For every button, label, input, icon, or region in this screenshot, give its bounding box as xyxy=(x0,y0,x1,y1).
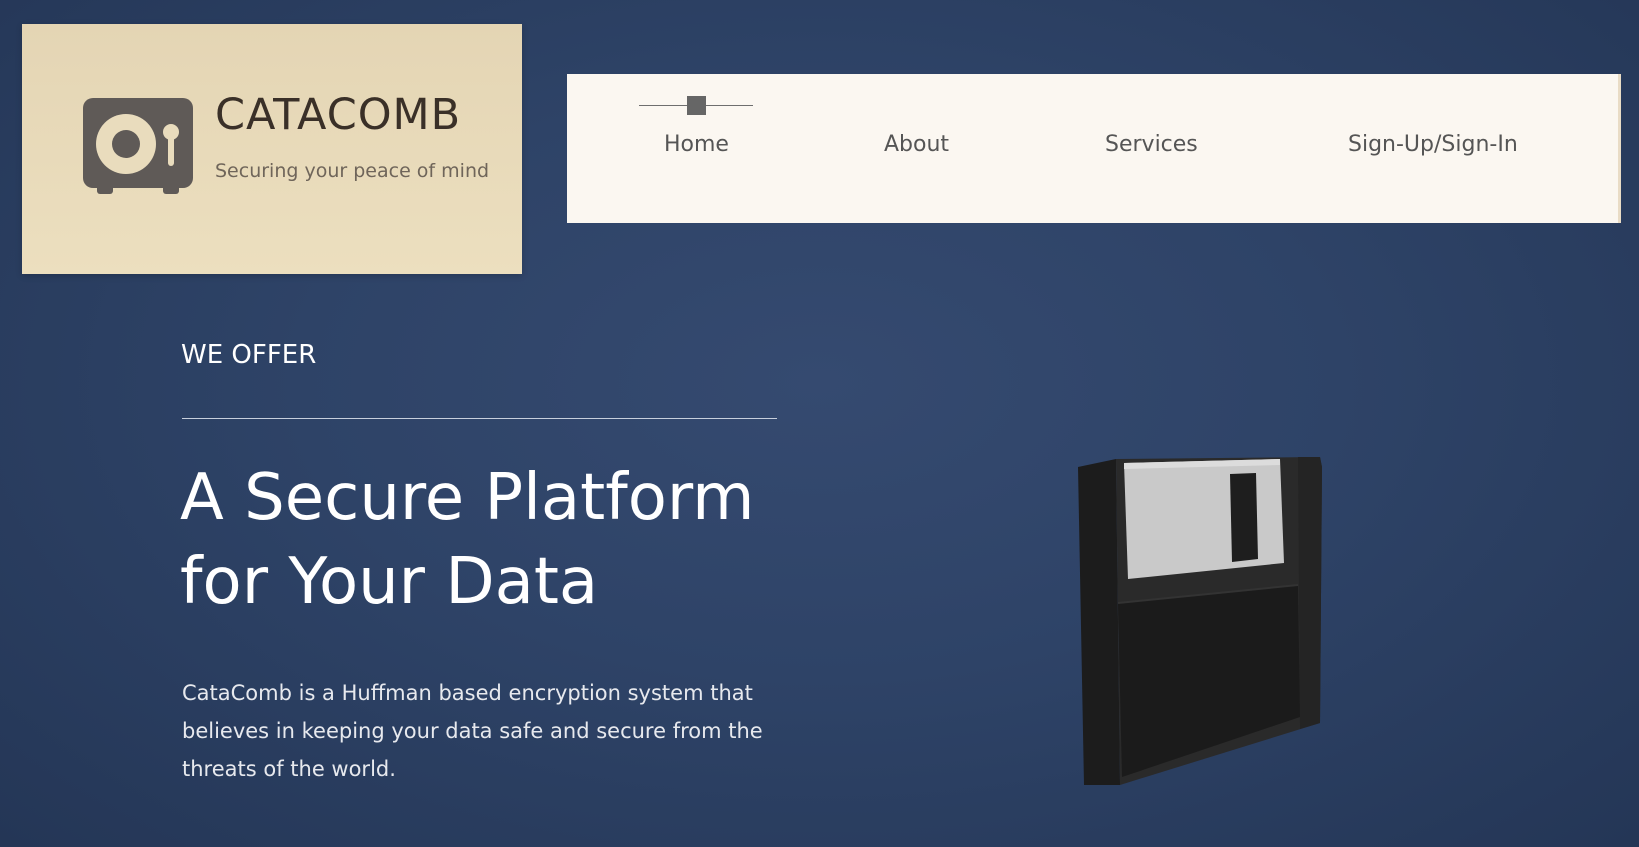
brand-name: CATACOMB xyxy=(215,90,462,140)
hero-title-line-1: A Secure Platform xyxy=(180,461,755,535)
logo-card[interactable]: CATACOMB Securing your peace of mind xyxy=(22,24,522,274)
indicator-knob xyxy=(687,96,706,115)
hero-title-line-2: for Your Data xyxy=(180,545,599,619)
offer-label: WE OFFER xyxy=(181,340,317,370)
hero-description: CataComb is a Huffman based encryption s… xyxy=(182,681,763,781)
hero-title: A Secure Platform for Your Data xyxy=(180,456,840,624)
safe-icon xyxy=(83,98,193,194)
brand-tagline: Securing your peace of mind xyxy=(215,160,490,182)
active-nav-indicator xyxy=(639,96,753,116)
nav-item-sign-up-sign-in[interactable]: Sign-Up/Sign-In xyxy=(1348,132,1518,157)
nav-item-about[interactable]: About xyxy=(884,132,949,157)
nav-item-services[interactable]: Services xyxy=(1105,132,1198,157)
floppy-disk-icon xyxy=(1078,457,1322,785)
main-nav: Home About Services Sign-Up/Sign-In xyxy=(567,74,1621,223)
nav-item-home[interactable]: Home xyxy=(664,132,729,157)
section-divider xyxy=(182,418,777,419)
